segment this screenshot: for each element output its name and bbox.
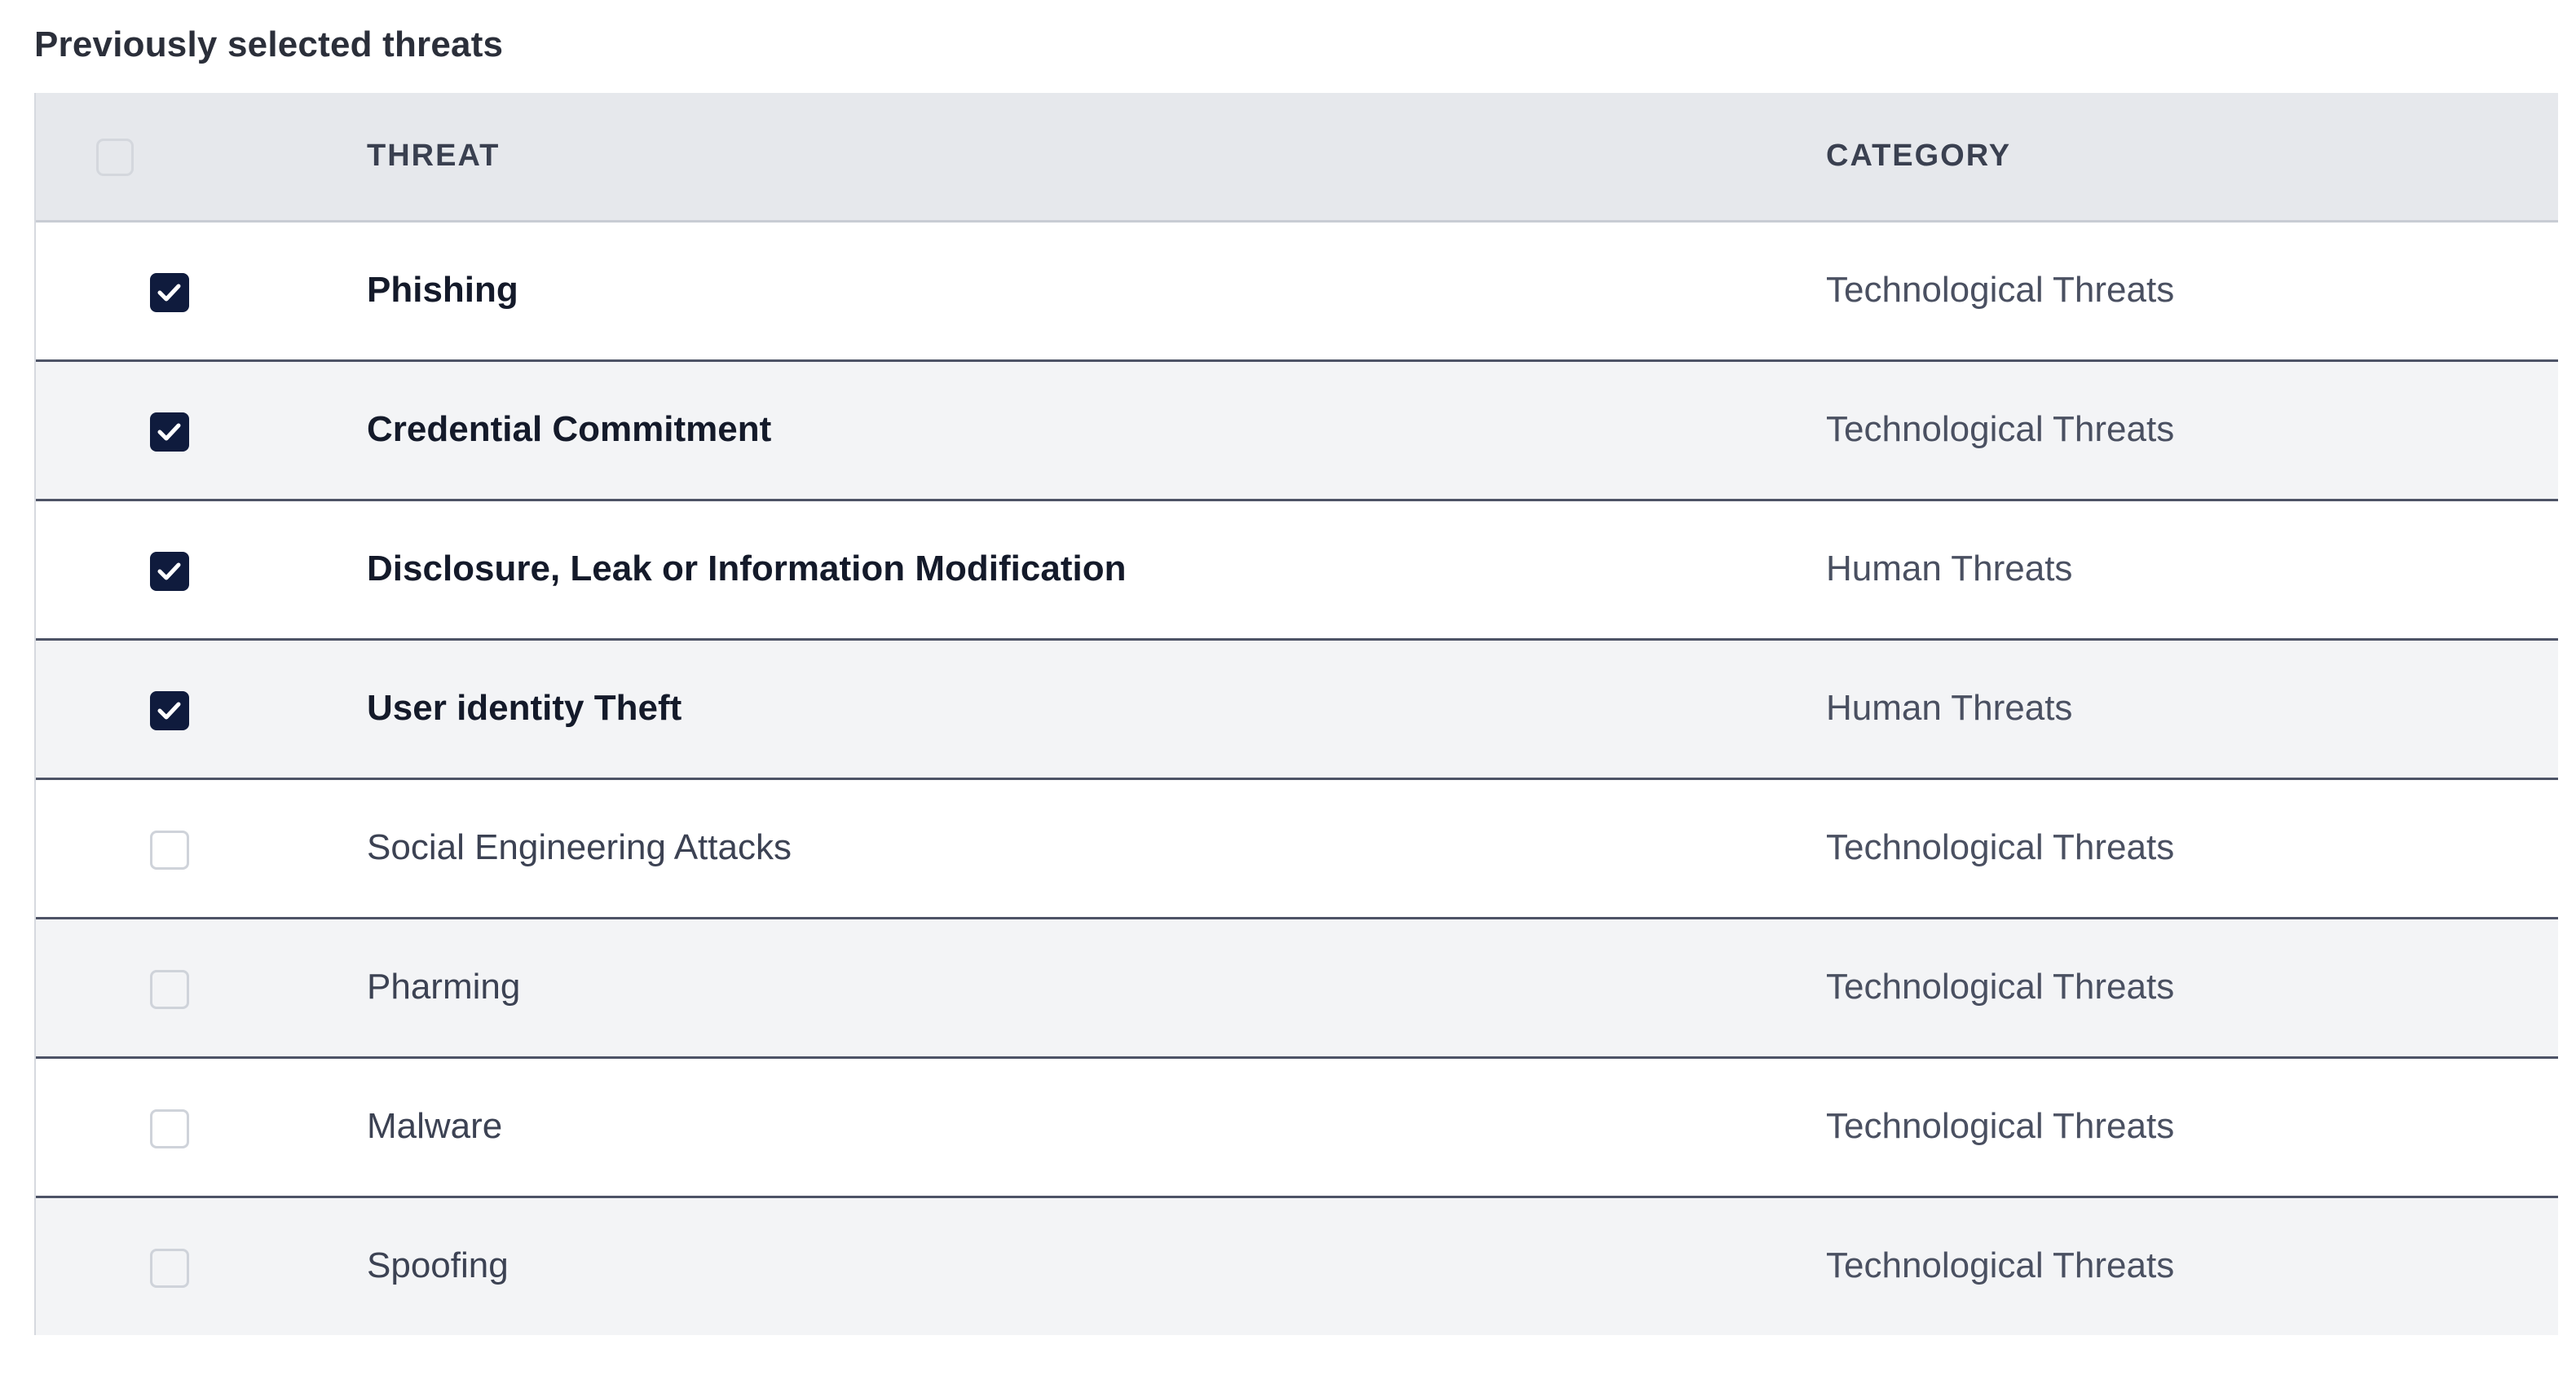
threat-name: Phishing [367,270,518,310]
table-row[interactable]: Credential Commitment Technological Thre… [36,362,2558,501]
threat-category: Technological Threats [1826,1245,2175,1285]
table-row[interactable]: Malware Technological Threats [36,1059,2558,1198]
threat-name: Credential Commitment [367,409,772,449]
threats-table: THREAT CATEGORY Phishing Technological T… [34,93,2558,1335]
table-row[interactable]: Spoofing Technological Threats [36,1198,2558,1335]
threat-name: Social Engineering Attacks [367,827,792,867]
threat-category: Technological Threats [1826,967,2175,1007]
threat-category: Technological Threats [1826,270,2175,310]
row-checkbox[interactable] [150,1249,189,1288]
row-checkbox[interactable] [150,412,189,452]
threat-name: Spoofing [367,1245,509,1285]
section-title: Previously selected threats [34,24,504,64]
threat-category: Technological Threats [1826,409,2175,449]
check-icon [157,423,181,441]
row-checkbox[interactable] [150,552,189,591]
table-row[interactable]: Phishing Technological Threats [36,223,2558,362]
row-checkbox[interactable] [150,1109,189,1148]
row-checkbox[interactable] [150,970,189,1009]
table-row[interactable]: Pharming Technological Threats [36,919,2558,1059]
select-all-checkbox[interactable] [96,139,134,176]
table-header: THREAT CATEGORY [36,93,2558,223]
check-icon [157,284,181,302]
row-checkbox[interactable] [150,691,189,730]
column-header-threat[interactable]: THREAT [367,139,500,174]
threat-name: User identity Theft [367,688,682,728]
threat-category: Technological Threats [1826,1106,2175,1146]
column-header-category[interactable]: CATEGORY [1826,139,2011,174]
table-row[interactable]: User identity Theft Human Threats [36,641,2558,780]
row-checkbox[interactable] [150,831,189,870]
check-icon [157,702,181,720]
row-checkbox[interactable] [150,273,189,312]
threat-category: Human Threats [1826,549,2073,588]
threat-category: Human Threats [1826,688,2073,728]
threat-name: Malware [367,1106,503,1146]
threat-category: Technological Threats [1826,827,2175,867]
table-row[interactable]: Social Engineering Attacks Technological… [36,780,2558,919]
check-icon [157,562,181,580]
threat-name: Disclosure, Leak or Information Modifica… [367,549,1127,588]
threat-name: Pharming [367,967,521,1007]
table-row[interactable]: Disclosure, Leak or Information Modifica… [36,501,2558,641]
